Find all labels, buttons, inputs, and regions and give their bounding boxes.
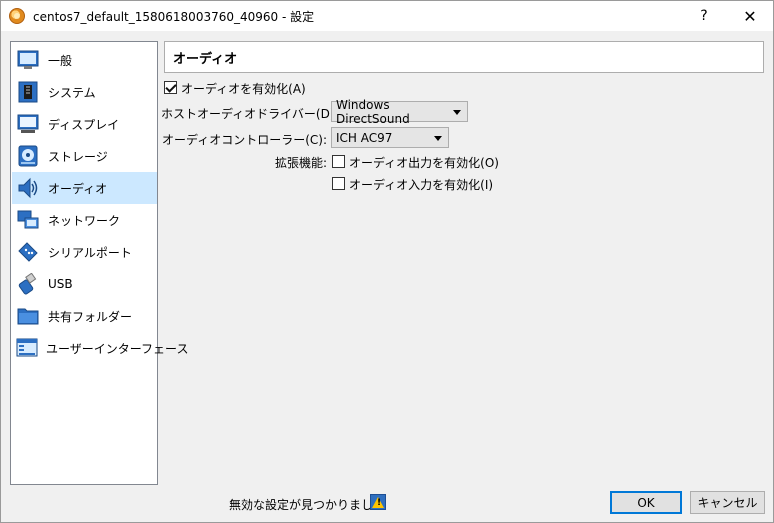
sidebar-item-label: オーディオ — [48, 181, 108, 196]
settings-window: centos7_default_1580618003760_40960 - 設定… — [0, 0, 774, 523]
controller-label: オーディオコントローラー(C): — [162, 133, 327, 147]
sidebar-item-usb[interactable]: USB — [12, 268, 157, 300]
chevron-down-icon — [453, 110, 461, 115]
close-button[interactable]: ✕ — [727, 1, 773, 31]
sidebar-item-label: ネットワーク — [48, 213, 121, 228]
enable-audio-output-label[interactable]: オーディオ出力を有効化(O) — [349, 154, 499, 171]
shared-folder-icon — [16, 304, 40, 328]
user-interface-icon — [16, 336, 38, 360]
enable-audio-input-label[interactable]: オーディオ入力を有効化(I) — [349, 176, 493, 193]
sidebar-item-user-interface[interactable]: ユーザーインターフェース — [12, 332, 188, 364]
sidebar-item-label: ディスプレイ — [48, 117, 120, 132]
audio-controller-select[interactable]: ICH AC97 — [331, 127, 449, 148]
display-icon — [16, 112, 40, 136]
help-button[interactable]: ? — [681, 1, 727, 31]
enable-audio-input-checkbox[interactable] — [332, 177, 345, 190]
sidebar-item-label: 共有フォルダー — [48, 309, 133, 324]
sidebar-item-shared-folders[interactable]: 共有フォルダー — [12, 300, 157, 332]
title-bar: centos7_default_1580618003760_40960 - 設定… — [1, 1, 773, 31]
virtualbox-app-icon — [9, 8, 25, 24]
sidebar-item-system[interactable]: システム — [12, 76, 157, 108]
status-message: 無効な設定が見つかりました — [229, 498, 386, 512]
sidebar-item-label: シリアルポート — [48, 245, 132, 260]
sidebar-item-label: ユーザーインターフェース — [46, 341, 189, 356]
sidebar-item-label: USB — [48, 277, 73, 291]
enable-audio-label[interactable]: オーディオを有効化(A) — [181, 80, 306, 97]
sidebar-item-general[interactable]: 一般 — [12, 44, 157, 76]
general-icon — [16, 48, 40, 72]
warning-icon[interactable]: ! — [370, 494, 386, 510]
enable-audio-checkbox[interactable] — [164, 81, 177, 94]
sidebar-item-display[interactable]: ディスプレイ — [12, 108, 157, 140]
serial-port-icon — [16, 240, 40, 264]
sidebar-item-storage[interactable]: ストレージ — [12, 140, 157, 172]
sidebar-item-label: システム — [48, 85, 96, 100]
audio-icon — [16, 176, 40, 200]
host-driver-select[interactable]: Windows DirectSound — [331, 98, 468, 126]
host-driver-value: Windows DirectSound — [336, 97, 410, 126]
audio-controller-value: ICH AC97 — [336, 130, 393, 145]
usb-icon — [16, 272, 40, 296]
enable-audio-output-checkbox[interactable] — [332, 155, 345, 168]
settings-sidebar: 一般 システム ディスプレイ ストレージ オーディオ ネットワーク シリアルポー… — [10, 41, 188, 485]
sidebar-item-label: 一般 — [48, 53, 73, 68]
sidebar-item-label: ストレージ — [48, 149, 108, 164]
chevron-down-icon — [434, 136, 442, 141]
extended-features-label: 拡張機能: — [274, 156, 327, 170]
cancel-button[interactable]: キャンセル — [690, 491, 765, 514]
ok-button[interactable]: OK — [610, 491, 682, 514]
storage-icon — [16, 144, 40, 168]
sidebar-item-serial-port[interactable]: シリアルポート — [12, 236, 157, 268]
system-icon — [16, 80, 40, 104]
sidebar-item-audio[interactable]: オーディオ — [12, 172, 157, 204]
network-icon — [16, 208, 40, 232]
page-title: オーディオ — [164, 41, 764, 73]
host-driver-label: ホストオーディオドライバー(D): — [161, 107, 339, 121]
sidebar-item-network[interactable]: ネットワーク — [12, 204, 157, 236]
window-title: centos7_default_1580618003760_40960 - 設定 — [33, 9, 315, 24]
